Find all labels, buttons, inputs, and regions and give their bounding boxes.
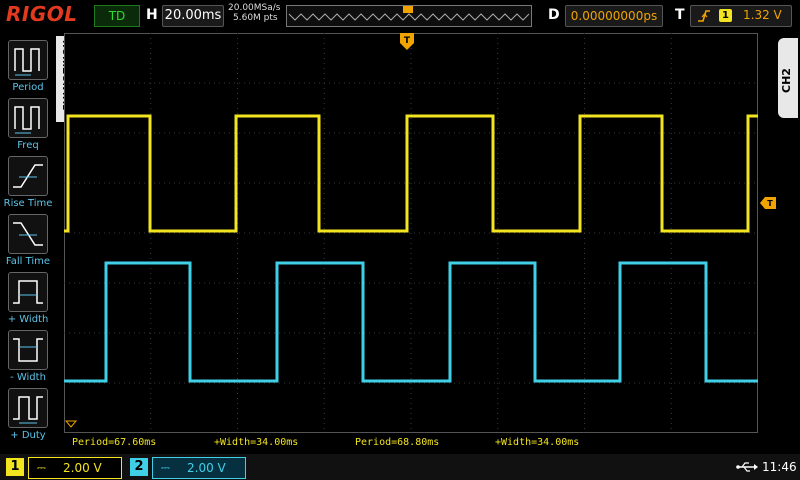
measurement-period-ch1: Period=67.60ms bbox=[72, 437, 157, 448]
measurement-width-ch1: +Width=34.00ms bbox=[214, 437, 299, 448]
positive-duty-icon bbox=[13, 396, 43, 424]
period-button[interactable] bbox=[8, 40, 48, 80]
ch2-scale: 2.00 V bbox=[187, 461, 226, 475]
rise-time-icon bbox=[13, 164, 43, 188]
waveform-display[interactable] bbox=[64, 33, 758, 433]
ch2-scale-box[interactable]: ⎓ 2.00 V bbox=[152, 457, 246, 479]
memory-waveform-icon bbox=[288, 6, 530, 21]
measurement-width-ch2: +Width=34.00ms bbox=[495, 437, 580, 448]
dc-coupling-icon: ⎓ bbox=[161, 461, 170, 474]
sample-rate: 20.00MSa/s bbox=[228, 3, 281, 13]
dc-coupling-icon: ⎓ bbox=[37, 461, 46, 474]
timebase-value[interactable]: 20.00ms bbox=[162, 5, 224, 27]
negative-width-label: - Width bbox=[10, 372, 46, 383]
clock: 11:46 bbox=[762, 460, 797, 474]
fall-time-label: Fall Time bbox=[5, 256, 51, 267]
delay-label: D bbox=[548, 7, 560, 23]
period-label: Period bbox=[12, 82, 44, 93]
run-status-badge[interactable]: TD bbox=[94, 5, 140, 27]
ch2-tab-label: CH2 bbox=[779, 68, 793, 93]
period-icon bbox=[14, 48, 40, 76]
positive-width-label: + Width bbox=[7, 314, 49, 325]
ch1-scale-box[interactable]: ⎓ 2.00 V bbox=[28, 457, 122, 479]
rise-time-label: Rise Time bbox=[3, 198, 53, 209]
rising-edge-icon bbox=[698, 10, 710, 22]
rise-time-button[interactable] bbox=[8, 156, 48, 196]
usb-icon bbox=[736, 462, 758, 472]
freq-button[interactable] bbox=[8, 98, 48, 138]
freq-label: Freq bbox=[17, 140, 39, 151]
trigger-position-label: T bbox=[404, 36, 411, 46]
acquisition-info: 20.00MSa/s 5.60M pts bbox=[228, 3, 280, 23]
positive-duty-label: + Duty bbox=[10, 430, 46, 441]
fall-time-icon bbox=[13, 222, 43, 246]
timebase-label: H bbox=[146, 7, 158, 23]
ch2-badge[interactable]: 2 bbox=[130, 458, 148, 476]
trigger-source-badge: 1 bbox=[719, 9, 732, 22]
trigger-level-marker-icon: T bbox=[760, 197, 776, 209]
fall-time-button[interactable] bbox=[8, 214, 48, 254]
trigger-level: 1.32 V bbox=[743, 8, 782, 22]
ground-marker-icon bbox=[64, 420, 78, 428]
ch1-scale: 2.00 V bbox=[63, 461, 102, 475]
trigger-level-marker-label: T bbox=[767, 199, 773, 208]
frequency-icon bbox=[14, 106, 40, 134]
memory-depth: 5.60M pts bbox=[233, 13, 278, 23]
trigger-settings[interactable]: 1 1.32 V bbox=[690, 5, 792, 27]
trigger-position-icon: T bbox=[400, 33, 414, 50]
trigger-label: T bbox=[675, 7, 685, 23]
measurement-period-ch2: Period=68.80ms bbox=[355, 437, 440, 448]
negative-width-icon bbox=[13, 338, 43, 362]
negative-width-button[interactable] bbox=[8, 330, 48, 370]
positive-duty-button[interactable] bbox=[8, 388, 48, 428]
channel-menu-tab[interactable]: CH2 bbox=[778, 38, 798, 118]
delay-value[interactable]: 0.00000000ps bbox=[565, 5, 663, 27]
positive-width-button[interactable] bbox=[8, 272, 48, 312]
ch1-badge[interactable]: 1 bbox=[6, 458, 24, 476]
positive-width-icon bbox=[13, 280, 43, 304]
memory-overview[interactable] bbox=[286, 5, 532, 27]
brand-logo: RIGOL bbox=[6, 2, 78, 26]
graticule bbox=[64, 33, 758, 433]
